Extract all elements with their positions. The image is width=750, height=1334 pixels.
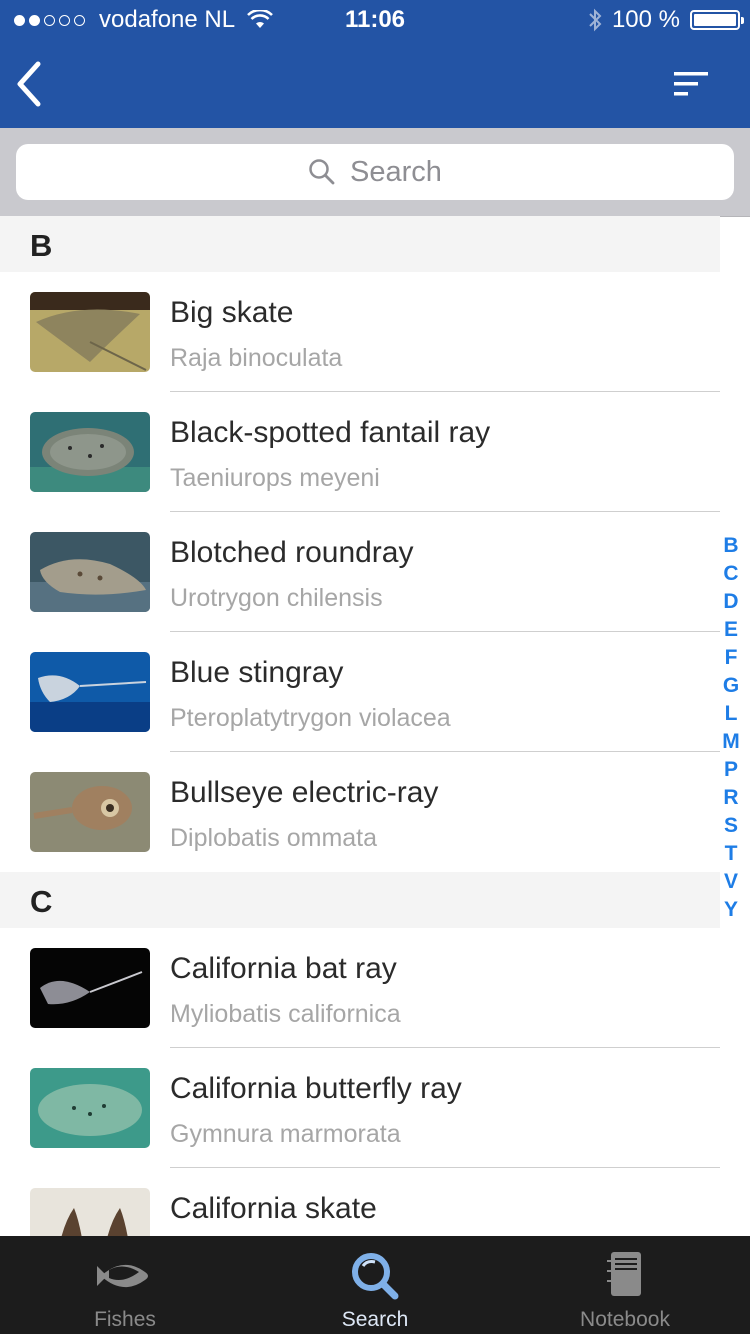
search-input[interactable]: Search	[16, 144, 734, 200]
filter-lines-icon	[674, 72, 708, 96]
index-letter[interactable]: G	[716, 672, 746, 700]
common-name: Blotched roundray	[170, 536, 414, 569]
back-button[interactable]	[10, 58, 58, 110]
scientific-name: Pteroplatytrygon violacea	[170, 704, 451, 732]
index-letter[interactable]: E	[716, 616, 746, 644]
index-letter[interactable]: L	[716, 700, 746, 728]
common-name: California skate	[170, 1192, 377, 1225]
common-name: California butterfly ray	[170, 1072, 462, 1105]
species-thumbnail	[30, 652, 150, 732]
scientific-name: Gymnura marmorata	[170, 1120, 401, 1148]
index-letter[interactable]: F	[716, 644, 746, 672]
index-letter[interactable]: S	[716, 812, 746, 840]
list-item[interactable]: Blue stingray Pteroplatytrygon violacea	[0, 632, 720, 752]
scientific-name: Taeniurops meyeni	[170, 464, 380, 492]
common-name: California bat ray	[170, 952, 397, 985]
scientific-name: Raja binoculata	[170, 344, 343, 372]
index-letter[interactable]: B	[716, 532, 746, 560]
index-letter[interactable]: V	[716, 868, 746, 896]
common-name: Big skate	[170, 296, 294, 329]
navigation-bar	[0, 40, 750, 128]
section-header-b: B	[0, 216, 720, 272]
list-item[interactable]: Blotched roundray Urotrygon chilensis	[0, 512, 720, 632]
tab-bar: Fishes Search Notebook	[0, 1236, 750, 1334]
tab-notebook[interactable]: Notebook	[500, 1236, 750, 1334]
index-letter[interactable]: T	[716, 840, 746, 868]
tab-fishes[interactable]: Fishes	[0, 1236, 250, 1334]
index-letter[interactable]: D	[716, 588, 746, 616]
list-item[interactable]: Big skate Raja binoculata	[0, 272, 720, 392]
section-letter: B	[30, 228, 53, 263]
list-item[interactable]: California bat ray Myliobatis californic…	[0, 928, 720, 1048]
search-icon	[352, 1253, 399, 1300]
index-letter[interactable]: M	[716, 728, 746, 756]
scientific-name: Diplobatis ommata	[170, 824, 378, 852]
list-item[interactable]: Bullseye electric-ray Diplobatis ommata	[0, 752, 720, 872]
index-letter[interactable]: C	[716, 560, 746, 588]
scientific-name: Urotrygon chilensis	[170, 584, 383, 612]
list-item[interactable]: California skate	[0, 1168, 720, 1236]
common-name: Blue stingray	[170, 656, 344, 689]
fish-icon	[97, 1264, 148, 1288]
search-placeholder: Search	[350, 155, 442, 188]
species-thumbnail	[30, 948, 150, 1028]
search-bar-container: Search	[0, 128, 750, 217]
bluetooth-icon	[589, 8, 602, 32]
section-header-c: C	[0, 872, 720, 928]
search-icon	[309, 159, 335, 185]
notebook-icon	[607, 1252, 641, 1296]
index-letter[interactable]: R	[716, 784, 746, 812]
tab-label: Fishes	[94, 1308, 156, 1331]
filter-button[interactable]	[672, 66, 712, 102]
battery-percentage: 100 %	[611, 6, 680, 33]
section-letter: C	[30, 884, 53, 919]
status-bar: vodafone NL 11:06 100 %	[0, 0, 750, 40]
index-letter[interactable]: Y	[716, 896, 746, 924]
species-list: B Big skate Raja binoculata Black-spotte	[0, 216, 750, 1236]
index-letter[interactable]: P	[716, 756, 746, 784]
alphabet-index[interactable]: BCDEFGLMPRSTVY	[716, 532, 746, 924]
tab-label: Search	[341, 1308, 409, 1331]
species-thumbnail	[30, 772, 150, 852]
tab-search[interactable]: Search	[250, 1236, 500, 1334]
common-name: Black-spotted fantail ray	[170, 416, 491, 449]
species-thumbnail	[30, 1068, 150, 1148]
species-thumbnail	[30, 412, 150, 492]
scientific-name: Myliobatis californica	[170, 1000, 401, 1028]
common-name: Bullseye electric-ray	[170, 776, 439, 809]
battery-icon	[690, 10, 744, 30]
tab-label: Notebook	[580, 1308, 670, 1331]
species-thumbnail	[30, 532, 150, 612]
species-thumbnail	[30, 292, 150, 372]
top-bar: vodafone NL 11:06 100 %	[0, 0, 750, 128]
chevron-left-icon	[17, 61, 41, 107]
list-item[interactable]: Black-spotted fantail ray Taeniurops mey…	[0, 392, 720, 512]
species-thumbnail	[30, 1188, 150, 1236]
list-item[interactable]: California butterfly ray Gymnura marmora…	[0, 1048, 720, 1168]
